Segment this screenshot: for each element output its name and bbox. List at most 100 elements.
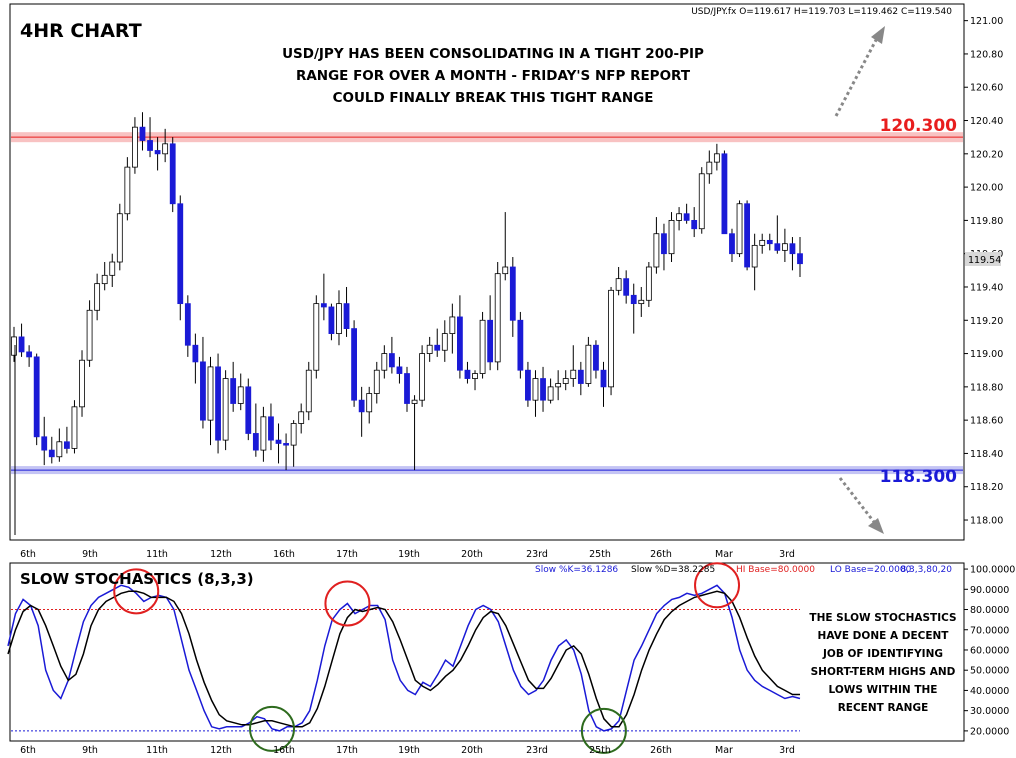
price-panel-frame xyxy=(9,3,965,541)
candle-body xyxy=(645,266,652,301)
price-tick-label: 118.40 xyxy=(970,449,1003,460)
price-tick-label: 119.80 xyxy=(970,216,1003,227)
time-label: 20th xyxy=(461,745,483,756)
candle-body xyxy=(608,289,614,388)
time-label: 19th xyxy=(398,745,420,756)
candle-body xyxy=(222,378,229,441)
stochastic-info-hi: HI Base=80.0000 xyxy=(736,565,815,575)
candle-body xyxy=(124,166,131,215)
candle-body xyxy=(713,153,720,163)
time-label: 23rd xyxy=(526,549,548,560)
candle-body xyxy=(48,449,55,458)
candle-body xyxy=(207,366,214,421)
candle-body xyxy=(268,416,274,441)
stochastic-note-2: HAVE DONE A DECENT xyxy=(818,630,950,642)
candle-body xyxy=(434,344,441,351)
candle-body xyxy=(774,243,781,251)
time-label: 16th xyxy=(273,745,295,756)
candle-body xyxy=(525,369,531,401)
time-label: 17th xyxy=(336,745,358,756)
candle-body xyxy=(676,213,682,221)
time-label: Mar xyxy=(715,745,733,756)
candle-body xyxy=(623,278,630,296)
candle-body xyxy=(41,436,48,451)
time-label: 17th xyxy=(336,549,358,560)
stochastic-info-k: Slow %K=36.1286 xyxy=(535,565,618,575)
candle-body xyxy=(744,203,750,268)
price-tick-label: 120.00 xyxy=(970,183,1003,194)
stochastic-note-1: THE SLOW STOCHASTICS xyxy=(809,612,956,624)
candle-body xyxy=(721,153,728,235)
candle-body xyxy=(116,213,123,263)
candle-body xyxy=(494,273,501,363)
time-label: Mar xyxy=(715,549,733,560)
price-tick-label: 118.20 xyxy=(970,482,1003,493)
candle-body xyxy=(593,344,599,371)
candle-body xyxy=(275,439,282,444)
candle-body xyxy=(487,319,494,363)
candle-body xyxy=(547,386,554,401)
stochastic-tick-label: 30.0000 xyxy=(970,706,1009,717)
candle-body xyxy=(729,233,735,255)
candle-body xyxy=(759,239,766,246)
candle-body xyxy=(736,203,743,255)
annotation-line-1: USD/JPY HAS BEEN CONSOLIDATING IN A TIGH… xyxy=(282,46,704,62)
candle-body xyxy=(638,299,645,305)
candle-body xyxy=(358,399,365,413)
candle-body xyxy=(177,203,184,305)
candle-body xyxy=(668,219,675,255)
time-label: 11th xyxy=(146,549,168,560)
stochastic-tick-label: 60.0000 xyxy=(970,645,1009,656)
candle-body xyxy=(147,140,153,151)
stochastic-tick-label: 90.0000 xyxy=(970,585,1009,596)
candle-body xyxy=(305,369,312,413)
candle-body xyxy=(404,373,410,404)
stochastic-tick-label: 100.0000 xyxy=(970,565,1015,576)
candle-body xyxy=(132,126,138,168)
time-label: 12th xyxy=(210,549,232,560)
candle-body xyxy=(789,243,796,255)
stochastic-info-lo: LO Base=20.0000 xyxy=(830,565,912,575)
price-tick-label: 119.40 xyxy=(970,282,1003,293)
stochastic-tick-label: 70.0000 xyxy=(970,625,1009,636)
stochastic-tick-label: 20.0000 xyxy=(970,726,1009,737)
candle-body xyxy=(162,143,169,155)
time-label: 11th xyxy=(146,745,168,756)
candle-body xyxy=(751,244,758,268)
time-label: 26th xyxy=(650,745,672,756)
price-tick-label: 121.00 xyxy=(970,16,1003,27)
time-label: 25th xyxy=(589,549,611,560)
candle-body xyxy=(298,411,305,424)
candle-body xyxy=(555,383,562,388)
candle-body xyxy=(472,373,478,379)
candle-body xyxy=(540,378,546,401)
candle-body xyxy=(336,303,342,334)
stochastic-tick-label: 40.0000 xyxy=(970,686,1009,697)
time-label: 6th xyxy=(20,745,36,756)
candle-body xyxy=(388,353,395,368)
price-axis: 121.00 120.80 120.60 120.40 120.20 120.00 119.… xyxy=(964,16,1003,527)
candle-body xyxy=(706,161,713,175)
candle-body xyxy=(101,274,108,285)
current-price-marker: 119.54 xyxy=(965,252,1001,266)
candle-body xyxy=(419,353,426,401)
stochastic-panel-frame xyxy=(9,562,965,742)
candle-body xyxy=(237,386,244,404)
candle-body xyxy=(328,306,335,334)
price-tick-label: 120.80 xyxy=(970,49,1003,60)
candle-body xyxy=(457,316,463,371)
candle-body xyxy=(381,353,388,371)
candle-body xyxy=(320,303,327,308)
candle-body xyxy=(154,150,161,155)
time-label: 12th xyxy=(210,745,232,756)
candle-body xyxy=(661,233,667,255)
candle-body xyxy=(615,278,622,291)
candle-body xyxy=(577,369,584,384)
price-tick-label: 119.20 xyxy=(970,316,1003,327)
price-tick-label: 120.40 xyxy=(970,116,1003,127)
time-label: 20th xyxy=(461,549,483,560)
time-label: 25th xyxy=(589,745,611,756)
stochastic-info-params: 8,3,3,80,20 xyxy=(900,565,952,575)
candle-body xyxy=(570,369,577,379)
time-label: 26th xyxy=(650,549,672,560)
